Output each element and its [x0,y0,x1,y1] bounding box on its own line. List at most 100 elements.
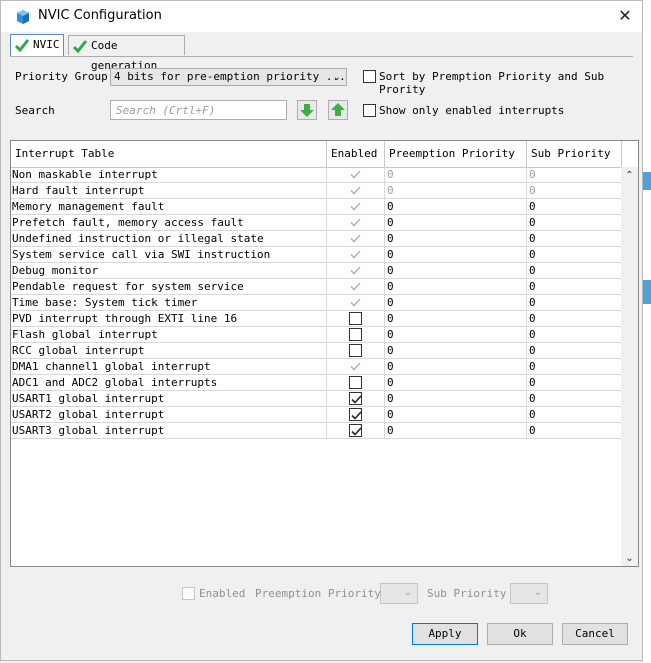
enabled-cell [327,311,385,326]
sub-priority-cell[interactable]: 0 [527,247,622,262]
table-row[interactable]: Undefined instruction or illegal state 0 0 [11,231,622,247]
check-icon [351,427,362,436]
sub-priority-cell[interactable]: 0 [527,231,622,246]
table-row[interactable]: DMA1 channel1 global interrupt 0 0 [11,359,622,375]
enabled-checkbox[interactable] [349,424,362,437]
preemption-priority-cell[interactable]: 0 [385,183,527,198]
sub-priority-cell[interactable]: 0 [527,391,622,406]
close-icon[interactable]: ✕ [614,5,636,27]
check-icon [350,186,361,195]
sub-priority-cell[interactable]: 0 [527,311,622,326]
sub-priority-cell[interactable]: 0 [527,167,622,182]
table-row[interactable]: Hard fault interrupt 0 0 [11,183,622,199]
enabled-checkbox[interactable] [349,344,362,357]
green-up-arrow-icon [331,103,345,116]
preemption-priority-cell[interactable]: 0 [385,327,527,342]
enabled-checkbox[interactable] [349,328,362,341]
search-input[interactable] [110,100,287,120]
tab-panel-border [10,56,633,57]
enabled-cell [327,263,385,278]
scroll-up-icon[interactable]: ⌃ [621,167,638,184]
column-header-enabled[interactable]: Enabled [327,141,385,167]
table-row[interactable]: USART1 global interrupt 0 0 [11,391,622,407]
table-row[interactable]: Debug monitor 0 0 [11,263,622,279]
check-icon [350,282,361,291]
sub-priority-cell[interactable]: 0 [527,295,622,310]
check-icon [350,250,361,259]
enabled-checkbox[interactable] [349,408,362,421]
preemption-priority-cell[interactable]: 0 [385,247,527,262]
sub-priority-cell[interactable]: 0 [527,199,622,214]
preemption-priority-cell[interactable]: 0 [385,215,527,230]
sub-priority-cell[interactable]: 0 [527,215,622,230]
preemption-priority-cell[interactable]: 0 [385,375,527,390]
ok-button[interactable]: Ok [487,623,553,645]
check-icon [350,202,361,211]
show-enabled-checkbox[interactable] [363,104,376,117]
preemption-priority-cell[interactable]: 0 [385,231,527,246]
detail-sub-label: Sub Priority [427,587,507,600]
enabled-cell [327,295,385,310]
vertical-scrollbar[interactable]: ⌃ ⌄ [621,167,638,566]
table-row[interactable]: Pendable request for system service 0 0 [11,279,622,295]
sub-priority-cell[interactable]: 0 [527,343,622,358]
table-row[interactable]: Time base: System tick timer 0 0 [11,295,622,311]
table-row[interactable]: PVD interrupt through EXTI line 16 0 0 [11,311,622,327]
priority-group-label: Priority Group [15,70,108,83]
enabled-cell [327,327,385,342]
sub-priority-cell[interactable]: 0 [527,407,622,422]
sub-priority-cell[interactable]: 0 [527,183,622,198]
preemption-priority-cell[interactable]: 0 [385,407,527,422]
preemption-priority-cell[interactable]: 0 [385,295,527,310]
apply-button[interactable]: Apply [412,623,478,645]
enabled-checkbox [349,248,362,261]
sub-priority-cell[interactable]: 0 [527,327,622,342]
preemption-priority-cell[interactable]: 0 [385,263,527,278]
sub-priority-cell[interactable]: 0 [527,263,622,278]
table-row[interactable]: Non maskable interrupt 0 0 [11,167,622,183]
table-row[interactable]: System service call via SWI instruction 0… [11,247,622,263]
check-icon [350,234,361,243]
table-row[interactable]: ADC1 and ADC2 global interrupts 0 0 [11,375,622,391]
table-row[interactable]: Flash global interrupt 0 0 [11,327,622,343]
preemption-priority-cell[interactable]: 0 [385,311,527,326]
enabled-cell [327,375,385,390]
move-up-button[interactable] [328,100,348,120]
priority-group-select[interactable]: 4 bits for pre-emption priority ... ⌄ [110,68,347,86]
move-down-button[interactable] [297,100,317,120]
sub-priority-cell[interactable]: 0 [527,375,622,390]
preemption-priority-cell[interactable]: 0 [385,167,527,182]
enabled-checkbox[interactable] [349,392,362,405]
interrupt-name: Hard fault interrupt [11,183,327,198]
preemption-priority-cell[interactable]: 0 [385,423,527,438]
column-header-preemption[interactable]: Preemption Priority [385,141,527,167]
enabled-checkbox[interactable] [349,376,362,389]
preemption-priority-cell[interactable]: 0 [385,391,527,406]
detail-enabled-checkbox[interactable] [182,587,195,600]
table-row[interactable]: Prefetch fault, memory access fault 0 0 [11,215,622,231]
table-row[interactable]: USART2 global interrupt 0 0 [11,407,622,423]
preemption-priority-cell[interactable]: 0 [385,343,527,358]
check-icon [350,218,361,227]
column-header-interrupt[interactable]: Interrupt Table [11,141,327,167]
sort-checkbox[interactable] [363,70,376,83]
detail-sub-select[interactable]: ⌄ [510,583,548,604]
table-row[interactable]: USART3 global interrupt 0 0 [11,423,622,439]
enabled-checkbox[interactable] [349,312,362,325]
table-row[interactable]: Memory management fault 0 0 [11,199,622,215]
column-header-sub-priority[interactable]: Sub Priority [527,141,622,167]
tab-code-generation[interactable]: Code generation [68,35,185,72]
sub-priority-cell[interactable]: 0 [527,279,622,294]
table-row[interactable]: RCC global interrupt 0 0 [11,343,622,359]
check-icon [350,170,361,179]
tab-nvic[interactable]: NVIC [10,34,64,56]
preemption-priority-cell[interactable]: 0 [385,199,527,214]
sub-priority-cell[interactable]: 0 [527,359,622,374]
scroll-down-icon[interactable]: ⌄ [621,550,638,566]
preemption-priority-cell[interactable]: 0 [385,359,527,374]
preemption-priority-cell[interactable]: 0 [385,279,527,294]
enabled-cell [327,215,385,230]
detail-preemption-select[interactable]: ⌄ [380,583,418,604]
sub-priority-cell[interactable]: 0 [527,423,622,438]
cancel-button[interactable]: Cancel [562,623,628,645]
